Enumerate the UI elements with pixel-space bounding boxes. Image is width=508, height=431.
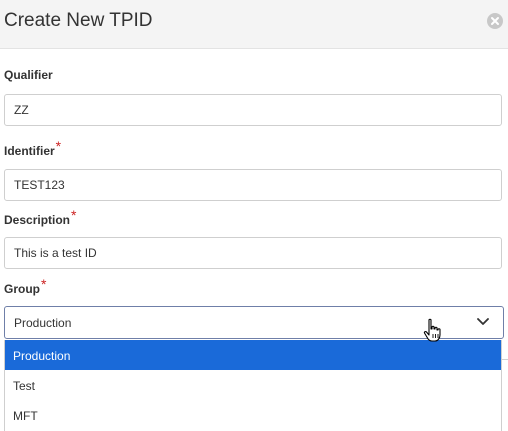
qualifier-input[interactable] [5,95,484,125]
dialog-header: Create New TPID [0,0,508,49]
identifier-field[interactable] [4,169,502,201]
dropdown-option-mft[interactable]: MFT [5,400,501,430]
dropdown-option-test[interactable]: Test [5,370,501,400]
required-mark: * [41,276,47,292]
dialog-title: Create New TPID [4,10,153,31]
close-icon [491,17,499,25]
description-label: Description* [4,207,76,227]
option-label: MFT [13,409,38,423]
group-label-text: Group [4,282,40,296]
required-mark: * [55,138,62,154]
required-mark: * [71,207,77,223]
option-label: Production [13,349,71,363]
qualifier-label-text: Qualifier [4,68,53,82]
description-label-text: Description [4,213,71,227]
background-divider [502,359,508,360]
create-tpid-dialog: Create New TPID Qualifier Identifier* De… [0,0,508,431]
identifier-input[interactable] [5,170,484,200]
qualifier-field[interactable] [4,94,502,126]
group-dropdown-list: Production Test MFT [4,340,502,431]
description-input[interactable] [5,238,484,268]
chevron-down-icon [477,318,489,325]
close-button[interactable] [487,13,503,29]
qualifier-label: Qualifier [4,68,53,82]
hand-pointer-icon [423,318,441,342]
group-select-value: Production [14,316,72,330]
identifier-label-text: Identifier [4,144,55,158]
description-field[interactable] [4,237,502,269]
identifier-label: Identifier* [4,138,61,158]
dropdown-option-production[interactable]: Production [5,340,501,370]
group-label: Group* [4,276,46,296]
option-label: Test [13,379,36,393]
